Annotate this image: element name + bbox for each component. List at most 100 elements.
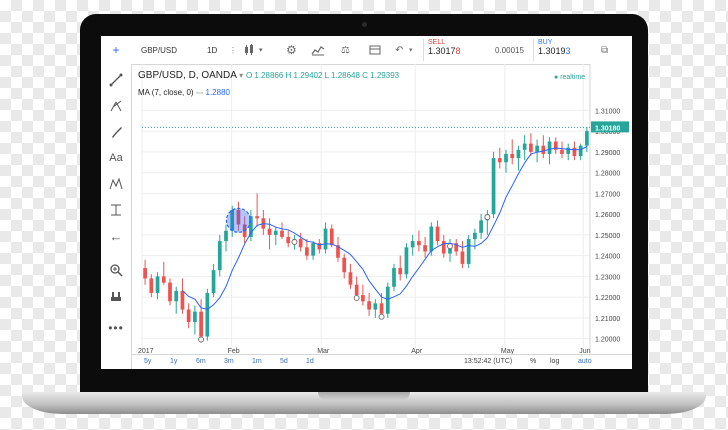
undo-dropdown-icon[interactable]: ▾ bbox=[409, 42, 413, 58]
more-icon[interactable]: ⋮ bbox=[229, 42, 237, 58]
pitchfork-icon[interactable] bbox=[107, 98, 125, 114]
symbol-field[interactable]: GBP/USD bbox=[141, 42, 177, 58]
chart-pane[interactable]: 1.31000 1.30000 1.29000 1.28000 1.27000 1.260… bbox=[132, 64, 632, 369]
candle-body bbox=[305, 247, 309, 256]
crosshair-icon[interactable]: + bbox=[107, 42, 125, 58]
y-tick-label: 1.20000 bbox=[595, 337, 620, 344]
log-toggle[interactable]: log bbox=[550, 358, 559, 365]
brush-icon[interactable] bbox=[107, 124, 125, 140]
laptop-notch bbox=[318, 392, 410, 400]
compare-icon[interactable]: ⚖ bbox=[341, 42, 350, 58]
y-tick-label: 1.22000 bbox=[595, 295, 620, 302]
zoom-icon[interactable] bbox=[107, 262, 125, 278]
buy-button[interactable]: BUY 1.30193 bbox=[533, 39, 596, 61]
candle-body bbox=[417, 241, 421, 246]
candle-body bbox=[572, 147, 577, 157]
range-1m[interactable]: 1m bbox=[252, 358, 262, 365]
candle-body bbox=[267, 228, 272, 235]
candle-body bbox=[143, 268, 147, 279]
price-chart[interactable]: 1.310001.300001.290001.280001.270001.260… bbox=[132, 64, 632, 354]
signal-marker bbox=[378, 313, 385, 320]
range-3m[interactable]: 3m bbox=[224, 358, 234, 365]
range-1y[interactable]: 1y bbox=[170, 358, 177, 365]
candle-body bbox=[529, 143, 533, 152]
ma-settings-icon[interactable]: ▫▫▫ bbox=[196, 90, 203, 97]
candle-body bbox=[547, 141, 552, 154]
candle-body bbox=[199, 311, 203, 337]
candle-body bbox=[186, 309, 191, 323]
y-tick-label: 1.28000 bbox=[595, 171, 620, 178]
candle-body bbox=[491, 158, 496, 215]
candle-body bbox=[510, 153, 515, 159]
back-arrow-icon[interactable]: ← bbox=[107, 228, 125, 244]
order-ticket-icon[interactable]: ⧉ bbox=[601, 42, 608, 58]
candle-body bbox=[155, 276, 160, 293]
candle-body bbox=[217, 241, 222, 271]
candle-body bbox=[273, 230, 278, 235]
candle-body bbox=[479, 220, 483, 233]
y-tick-label: 1.24000 bbox=[595, 254, 620, 261]
auto-toggle[interactable]: auto bbox=[578, 358, 592, 365]
trend-line-icon[interactable] bbox=[107, 72, 125, 88]
percent-toggle[interactable]: % bbox=[530, 358, 536, 365]
buy-price: 1.30193 bbox=[538, 46, 571, 56]
candle-body bbox=[205, 292, 210, 337]
candle-body bbox=[311, 243, 315, 256]
y-tick-label: 1.25000 bbox=[595, 233, 620, 240]
measure-icon[interactable] bbox=[107, 202, 125, 218]
candle-body bbox=[379, 303, 384, 314]
candle-body bbox=[392, 268, 396, 287]
signal-marker bbox=[198, 336, 205, 343]
legend-dropdown-icon[interactable]: ▾ bbox=[239, 71, 243, 80]
candle-body bbox=[435, 226, 440, 242]
candle-body bbox=[398, 268, 403, 275]
chart-legend: GBP/USD, D, OANDA ▾ O 1.28866 H 1.29402 … bbox=[138, 70, 399, 81]
interval-selector[interactable]: 1D bbox=[207, 42, 217, 58]
candle-body bbox=[211, 270, 216, 293]
signal-marker bbox=[353, 295, 360, 302]
y-tick-label: 1.29000 bbox=[595, 150, 620, 157]
top-toolbar: + GBP/USD 1D ⋮ ▾ ⚙ ⚖ ↶ ▾ SELL 1.30178 0.… bbox=[101, 36, 632, 65]
bottom-bar: 5y 1y 6m 3m 1m 5d 1d 13:52:42 (UTC) % lo… bbox=[132, 354, 632, 369]
chart-type-dropdown-icon[interactable]: ▾ bbox=[259, 42, 263, 58]
candle-body bbox=[354, 284, 359, 296]
magnet-icon[interactable] bbox=[107, 288, 125, 304]
candle-body bbox=[578, 145, 583, 157]
range-1d[interactable]: 1d bbox=[306, 358, 314, 365]
more-tools-icon[interactable]: ••• bbox=[107, 320, 125, 336]
y-tick-label: 1.31000 bbox=[595, 108, 620, 115]
candle-body bbox=[224, 230, 228, 242]
gear-icon[interactable]: ⚙ bbox=[286, 42, 297, 58]
candle-body bbox=[280, 230, 284, 237]
candle-body bbox=[348, 272, 353, 285]
candle-body bbox=[541, 145, 546, 154]
candle-body bbox=[255, 216, 259, 219]
ma-legend: MA (7, close, 0) ▫▫▫ 1.2880 bbox=[138, 88, 230, 97]
undo-icon[interactable]: ↶ bbox=[395, 42, 403, 58]
text-tool-icon[interactable]: Aa bbox=[107, 150, 125, 166]
candle-body bbox=[560, 149, 564, 154]
clock-text: 13:52:42 (UTC) bbox=[464, 358, 513, 365]
indicators-icon[interactable] bbox=[311, 42, 325, 58]
spread-value: 0.00015 bbox=[495, 45, 524, 55]
candle-body bbox=[367, 301, 371, 310]
range-5d[interactable]: 5d bbox=[280, 358, 288, 365]
candle-body bbox=[585, 131, 589, 146]
ma-label: MA (7, close, 0) bbox=[138, 88, 194, 97]
candles-icon[interactable] bbox=[243, 42, 255, 58]
range-5y[interactable]: 5y bbox=[144, 358, 151, 365]
template-icon[interactable] bbox=[369, 42, 381, 58]
pattern-icon[interactable] bbox=[107, 176, 125, 192]
ma-value: 1.2880 bbox=[205, 88, 230, 97]
candle-body bbox=[161, 276, 166, 283]
drawing-toolbar: Aa ← ••• bbox=[101, 64, 132, 369]
last-price-label: 1.30180 bbox=[595, 125, 620, 132]
candle-body bbox=[385, 286, 390, 314]
range-6m[interactable]: 6m bbox=[196, 358, 206, 365]
legend-title: GBP/USD, D, OANDA bbox=[138, 70, 237, 81]
candle-body bbox=[535, 145, 539, 152]
sell-button[interactable]: SELL 1.30178 bbox=[423, 39, 484, 61]
camera-icon bbox=[362, 22, 367, 27]
candle-body bbox=[466, 239, 471, 264]
y-tick-label: 1.23000 bbox=[595, 274, 620, 281]
